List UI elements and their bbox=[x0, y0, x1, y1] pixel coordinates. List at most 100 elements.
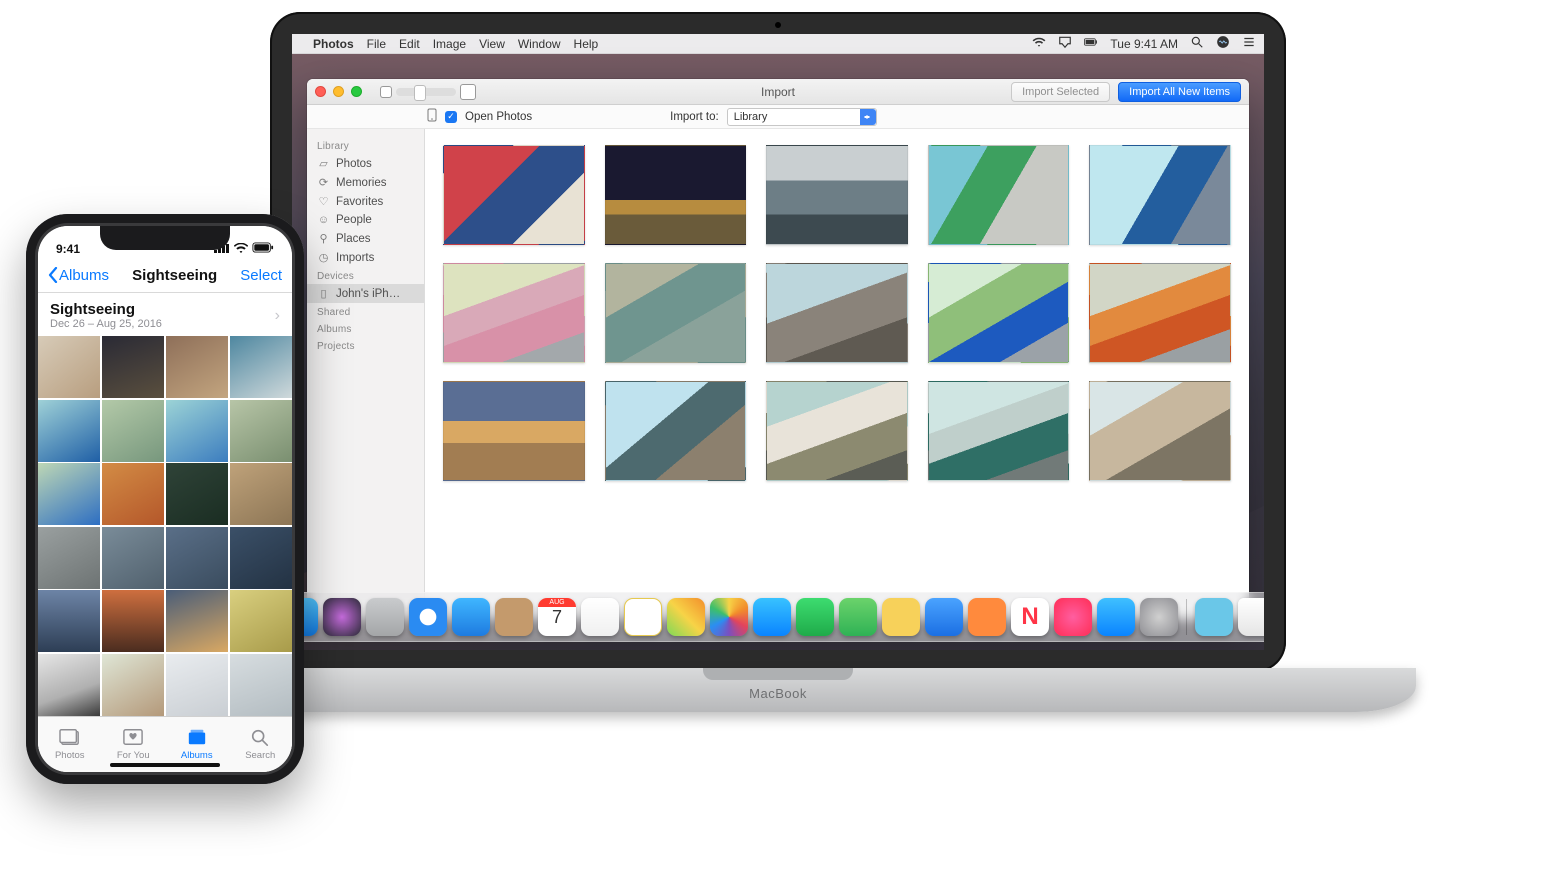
spotlight-icon[interactable] bbox=[1190, 35, 1204, 52]
photo-thumbnail[interactable] bbox=[38, 336, 100, 398]
wifi-icon[interactable] bbox=[1032, 35, 1046, 52]
window-titlebar[interactable]: Import Import Selected Import All New It… bbox=[307, 79, 1249, 105]
menubar-image[interactable]: Image bbox=[433, 37, 466, 51]
dock-maps-icon[interactable] bbox=[667, 598, 705, 636]
dock-appstore-icon[interactable] bbox=[1097, 598, 1135, 636]
photo-thumbnail[interactable] bbox=[102, 590, 164, 652]
dock-garageband-icon[interactable] bbox=[968, 598, 1006, 636]
menubar-file[interactable]: File bbox=[367, 37, 386, 51]
photo-thumbnail[interactable] bbox=[230, 400, 292, 462]
import-to-select[interactable]: Library bbox=[727, 108, 877, 126]
dock-pages-icon[interactable] bbox=[925, 598, 963, 636]
notification-center-icon[interactable] bbox=[1242, 35, 1256, 52]
window-minimize-button[interactable] bbox=[333, 86, 344, 97]
sidebar-item-imports[interactable]: ◷Imports bbox=[307, 248, 424, 267]
photo-thumbnail[interactable] bbox=[230, 527, 292, 589]
menubar-view[interactable]: View bbox=[479, 37, 505, 51]
dock-keynote-icon[interactable] bbox=[882, 598, 920, 636]
dock-photos-icon[interactable] bbox=[710, 598, 748, 636]
import-thumbnail[interactable] bbox=[605, 263, 747, 363]
airplay-icon[interactable] bbox=[1058, 35, 1072, 52]
photo-thumbnail[interactable] bbox=[230, 654, 292, 716]
sidebar-item-photos[interactable]: ▱Photos bbox=[307, 154, 424, 173]
open-photos-checkbox[interactable]: ✓ bbox=[445, 111, 457, 123]
photo-thumbnail[interactable] bbox=[38, 590, 100, 652]
thumbnail-size-large-icon[interactable] bbox=[460, 84, 476, 100]
photo-thumbnail[interactable] bbox=[166, 463, 228, 525]
photo-thumbnail[interactable] bbox=[166, 400, 228, 462]
photo-thumbnail[interactable] bbox=[102, 463, 164, 525]
photo-thumbnail[interactable] bbox=[102, 336, 164, 398]
photo-thumbnail[interactable] bbox=[166, 336, 228, 398]
photo-thumbnail[interactable] bbox=[166, 590, 228, 652]
import-thumbnail[interactable] bbox=[766, 145, 908, 245]
photo-thumbnail[interactable] bbox=[230, 463, 292, 525]
tab-search[interactable]: Search bbox=[229, 717, 293, 772]
import-all-button[interactable]: Import All New Items bbox=[1118, 82, 1241, 102]
photo-thumbnail[interactable] bbox=[38, 527, 100, 589]
sidebar-item-device-johns-iphone[interactable]: ▯John's iPh… bbox=[307, 284, 424, 303]
home-indicator[interactable] bbox=[110, 763, 220, 767]
photo-thumbnail[interactable] bbox=[230, 336, 292, 398]
menubar-clock[interactable]: Tue 9:41 AM bbox=[1110, 37, 1178, 51]
dock-siri-icon[interactable] bbox=[323, 598, 361, 636]
window-fullscreen-button[interactable] bbox=[351, 86, 362, 97]
album-header-row[interactable]: Sightseeing Dec 26 – Aug 25, 2016 › bbox=[38, 293, 292, 336]
dock-facetime-icon[interactable] bbox=[796, 598, 834, 636]
sidebar-item-places[interactable]: ⚲Places bbox=[307, 229, 424, 248]
import-thumbnail[interactable] bbox=[928, 145, 1070, 245]
import-selected-button[interactable]: Import Selected bbox=[1011, 82, 1110, 102]
import-thumbnail[interactable] bbox=[766, 263, 908, 363]
dock-numbers-icon[interactable] bbox=[839, 598, 877, 636]
thumbnail-size-small-icon[interactable] bbox=[380, 86, 392, 98]
dock-calendar-icon[interactable]: AUG 7 bbox=[538, 598, 576, 636]
dock-mail-icon[interactable] bbox=[452, 598, 490, 636]
dock-notes-icon[interactable] bbox=[624, 598, 662, 636]
import-thumbnail[interactable] bbox=[1089, 145, 1231, 245]
import-thumbnail[interactable] bbox=[928, 263, 1070, 363]
sidebar-item-favorites[interactable]: ♡Favorites bbox=[307, 192, 424, 211]
photo-thumbnail[interactable] bbox=[38, 463, 100, 525]
photo-thumbnail[interactable] bbox=[38, 400, 100, 462]
photo-thumbnail[interactable] bbox=[102, 654, 164, 716]
photo-thumbnail[interactable] bbox=[102, 527, 164, 589]
dock-safari-icon[interactable] bbox=[409, 598, 447, 636]
import-thumbnail[interactable] bbox=[605, 381, 747, 481]
dock-systemprefs-icon[interactable] bbox=[1140, 598, 1178, 636]
photo-thumbnail[interactable] bbox=[166, 527, 228, 589]
import-thumbnail[interactable] bbox=[443, 145, 585, 245]
iphone-icon: ▯ bbox=[317, 287, 330, 300]
sidebar-item-memories[interactable]: ⟳Memories bbox=[307, 173, 424, 192]
dock-messages-icon[interactable] bbox=[753, 598, 791, 636]
dock-itunes-icon[interactable] bbox=[1054, 598, 1092, 636]
photo-thumbnail[interactable] bbox=[102, 400, 164, 462]
menubar-app-name[interactable]: Photos bbox=[313, 37, 354, 51]
import-thumbnail[interactable] bbox=[1089, 381, 1231, 481]
siri-icon[interactable] bbox=[1216, 35, 1230, 52]
menubar-edit[interactable]: Edit bbox=[399, 37, 420, 51]
nav-select-button[interactable]: Select bbox=[240, 267, 282, 284]
battery-icon[interactable] bbox=[1084, 35, 1098, 52]
dock-launchpad-icon[interactable] bbox=[366, 598, 404, 636]
menubar-help[interactable]: Help bbox=[574, 37, 599, 51]
import-thumbnail[interactable] bbox=[928, 381, 1070, 481]
photo-thumbnail[interactable] bbox=[230, 590, 292, 652]
nav-back-button[interactable]: Albums bbox=[48, 267, 109, 284]
dock-trash-icon[interactable] bbox=[1238, 598, 1264, 636]
tab-photos[interactable]: Photos bbox=[38, 717, 102, 772]
dock-contacts-icon[interactable] bbox=[495, 598, 533, 636]
import-thumbnail[interactable] bbox=[1089, 263, 1231, 363]
menubar-window[interactable]: Window bbox=[518, 37, 561, 51]
thumbnail-size-slider[interactable] bbox=[396, 88, 456, 96]
photo-thumbnail[interactable] bbox=[166, 654, 228, 716]
dock-downloads-icon[interactable] bbox=[1195, 598, 1233, 636]
sidebar-item-people[interactable]: ☺People bbox=[307, 211, 424, 229]
import-thumbnail[interactable] bbox=[443, 263, 585, 363]
dock-reminders-icon[interactable] bbox=[581, 598, 619, 636]
dock-news-icon[interactable]: N bbox=[1011, 598, 1049, 636]
import-thumbnail[interactable] bbox=[766, 381, 908, 481]
photo-thumbnail[interactable] bbox=[38, 654, 100, 716]
window-close-button[interactable] bbox=[315, 86, 326, 97]
import-thumbnail[interactable] bbox=[443, 381, 585, 481]
import-thumbnail[interactable] bbox=[605, 145, 747, 245]
